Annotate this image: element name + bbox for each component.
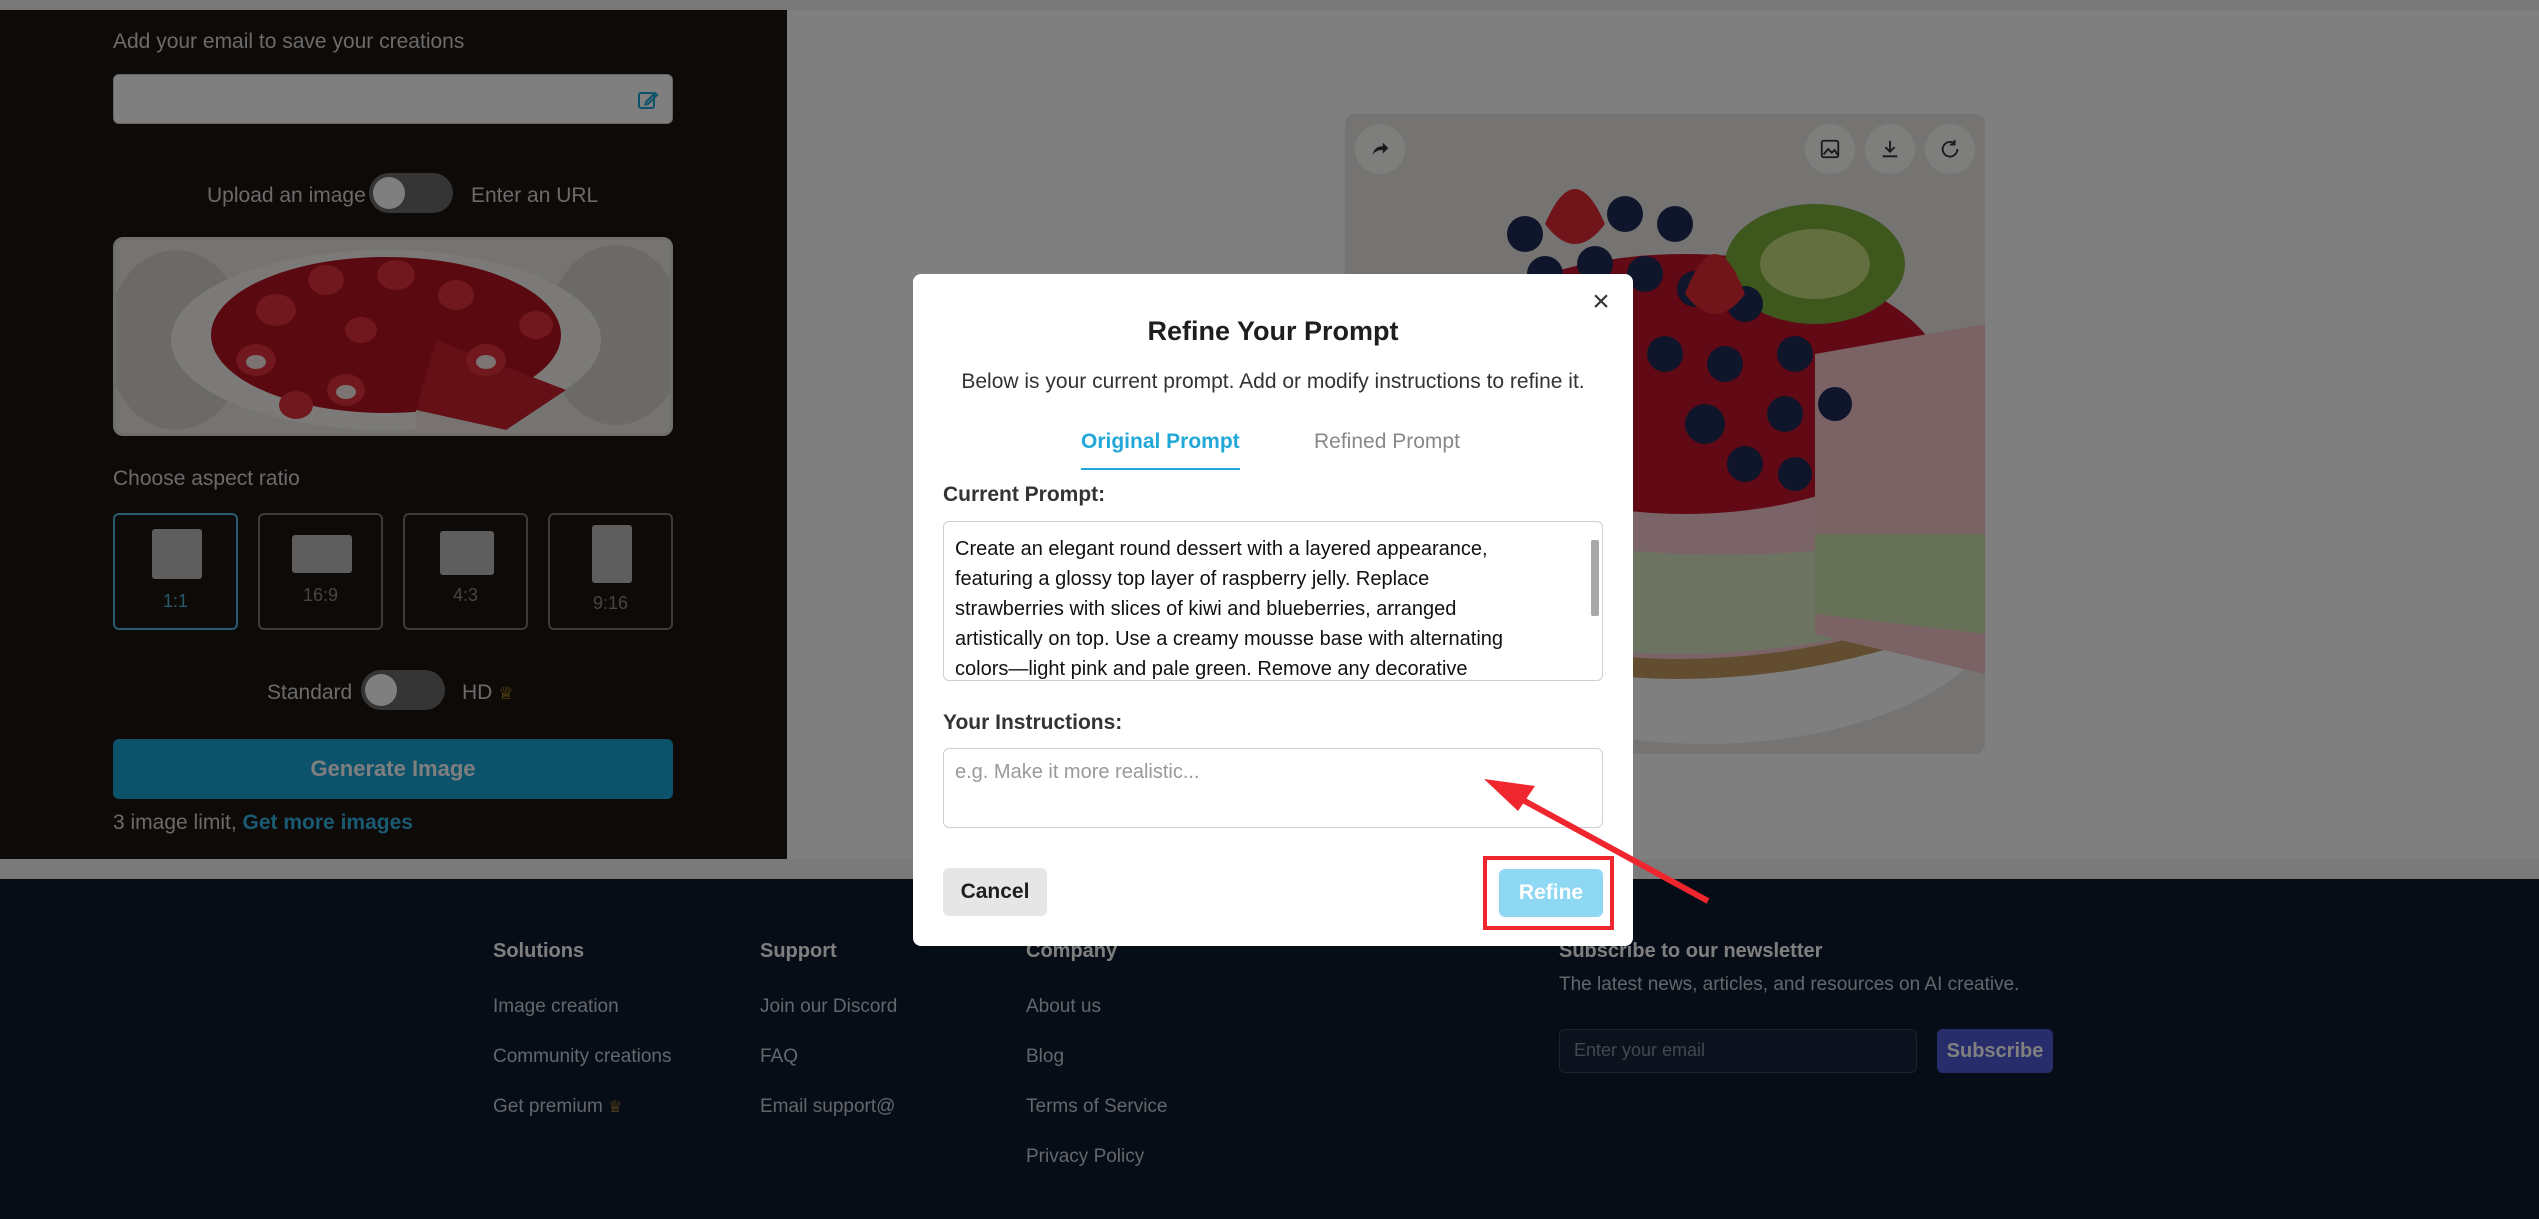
refine-highlight-box: [1483, 856, 1614, 930]
scrollbar-thumb[interactable]: [1591, 540, 1599, 616]
prompt-line: artistically on top. Use a creamy mousse…: [955, 628, 1504, 650]
current-prompt-textarea[interactable]: Create an elegant round dessert with a l…: [943, 521, 1603, 681]
prompt-line: strawberries with slices of kiwi and blu…: [955, 598, 1457, 620]
refine-prompt-dialog: × Refine Your Prompt Below is your curre…: [913, 274, 1633, 946]
textarea-scrollbar[interactable]: [1590, 526, 1600, 678]
tab-refined-prompt[interactable]: Refined Prompt: [1314, 430, 1460, 468]
tab-original-prompt[interactable]: Original Prompt: [1081, 430, 1240, 470]
prompt-line: Create an elegant round dessert with a l…: [955, 538, 1488, 560]
instructions-label: Your Instructions:: [943, 711, 1123, 734]
prompt-line: featuring a glossy top layer of raspberr…: [955, 568, 1430, 590]
cancel-button[interactable]: Cancel: [943, 868, 1047, 916]
prompt-line: colors—light pink and pale green. Remove…: [955, 658, 1468, 680]
dialog-title: Refine Your Prompt: [1147, 316, 1399, 346]
dialog-subtitle: Below is your current prompt. Add or mod…: [961, 370, 1585, 393]
current-prompt-label: Current Prompt:: [943, 483, 1106, 506]
close-icon[interactable]: ×: [1585, 286, 1617, 318]
instructions-textarea[interactable]: e.g. Make it more realistic...: [943, 748, 1603, 828]
